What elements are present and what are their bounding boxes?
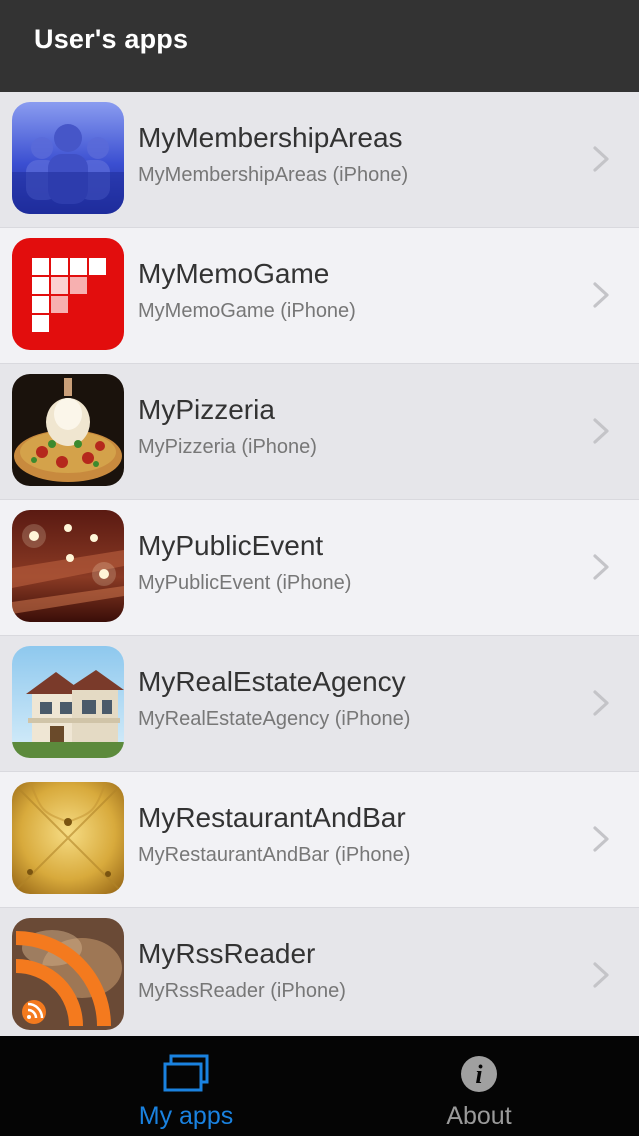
event-hall-icon — [12, 510, 124, 622]
navigation-bar: User's apps — [0, 0, 639, 92]
app-title: MyMembershipAreas — [138, 122, 403, 153]
pizza-icon — [12, 374, 124, 486]
tab-my-apps[interactable]: My apps — [26, 1036, 346, 1136]
rss-icon — [12, 918, 124, 1030]
list-item-myrealestateagency[interactable]: MyRealEstateAgency MyRealEstateAgency (i… — [0, 636, 639, 772]
tab-label: My apps — [138, 1102, 234, 1130]
gold-tufted-icon — [12, 782, 124, 894]
app-subtitle: MyRssReader (iPhone) — [138, 980, 346, 1002]
list-item-mypublicevent[interactable]: MyPublicEvent MyPublicEvent (iPhone) — [0, 500, 639, 636]
tab-bar: My apps i About — [0, 1036, 639, 1136]
chevron-right-icon — [593, 554, 609, 580]
tab-label: About — [446, 1102, 512, 1130]
tab-about[interactable]: i About — [319, 1036, 639, 1136]
app-subtitle: MyRestaurantAndBar (iPhone) — [138, 844, 411, 866]
list-item-mymemogame[interactable]: MyMemoGame MyMemoGame (iPhone) — [0, 228, 639, 364]
chevron-right-icon — [593, 690, 609, 716]
membership-people-icon — [12, 102, 124, 214]
app-title: MyRealEstateAgency — [138, 666, 406, 697]
app-subtitle: MyPizzeria (iPhone) — [138, 436, 317, 458]
memo-game-grid-icon — [12, 238, 124, 350]
app-title: MyPublicEvent — [138, 530, 324, 561]
chevron-right-icon — [593, 146, 609, 172]
list-item-myrssreader[interactable]: MyRssReader MyRssReader (iPhone) — [0, 908, 639, 1036]
chevron-right-icon — [593, 282, 609, 308]
info-icon: i — [461, 1056, 497, 1092]
app-subtitle: MyPublicEvent (iPhone) — [138, 572, 352, 594]
list-item-myrestaurantandbar[interactable]: MyRestaurantAndBar MyRestaurantAndBar (i… — [0, 772, 639, 908]
chevron-right-icon — [593, 418, 609, 444]
apps-list[interactable]: MyMembershipAreas MyMembershipAreas (iPh… — [0, 92, 639, 1036]
app-subtitle: MyMembershipAreas (iPhone) — [138, 164, 409, 186]
svg-text:i: i — [475, 1060, 483, 1089]
list-item-mypizzeria[interactable]: MyPizzeria MyPizzeria (iPhone) — [0, 364, 639, 500]
app-title: MyMemoGame — [138, 258, 330, 289]
chevron-right-icon — [593, 962, 609, 988]
chevron-right-icon — [593, 826, 609, 852]
page-title: User's apps — [34, 24, 189, 54]
app-title: MyPizzeria — [138, 394, 275, 425]
app-subtitle: MyMemoGame (iPhone) — [138, 300, 356, 322]
app-title: MyRssReader — [138, 938, 316, 969]
stacked-screens-icon — [163, 1054, 209, 1092]
list-item-mymembershipareas[interactable]: MyMembershipAreas MyMembershipAreas (iPh… — [0, 92, 639, 228]
app-title: MyRestaurantAndBar — [138, 802, 406, 833]
app-subtitle: MyRealEstateAgency (iPhone) — [138, 708, 411, 730]
house-icon — [12, 646, 124, 758]
